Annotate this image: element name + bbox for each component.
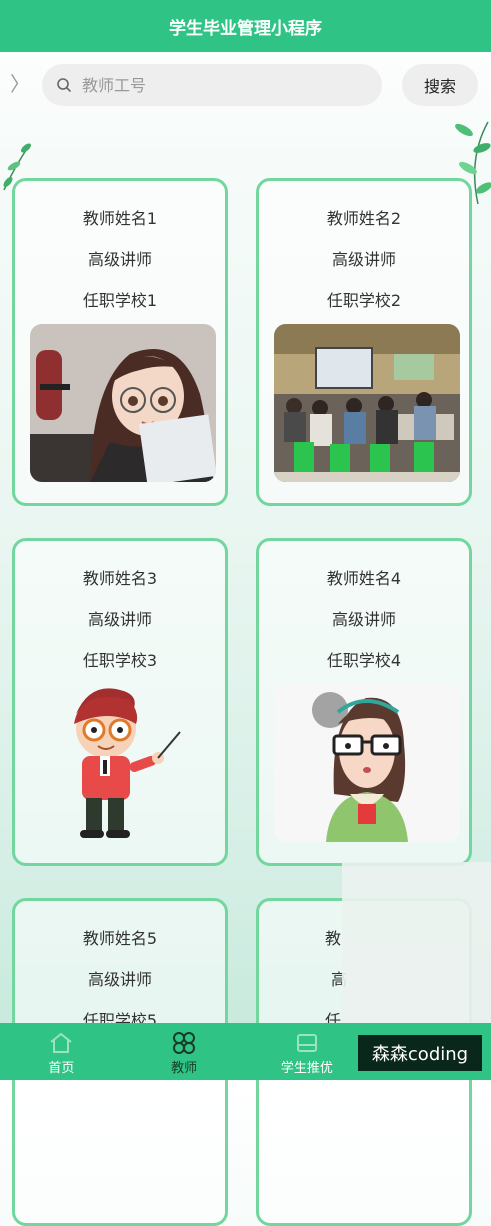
- teacher-photo: [274, 684, 460, 842]
- teacher-name: 教师姓名5: [82, 929, 158, 948]
- teacher-card[interactable]: 教师姓名3 高级讲师 任职学校3: [12, 538, 228, 866]
- tab-label: 教师: [171, 1061, 198, 1076]
- teacher-title: 高级讲师: [87, 610, 152, 629]
- teacher-title: 高级讲师: [331, 610, 396, 629]
- teacher-name: 教师姓名3: [82, 569, 158, 588]
- tab-student-recommend[interactable]: 学生推优: [246, 1023, 369, 1080]
- blur-overlay: [342, 862, 491, 1034]
- grid-icon: [173, 1032, 196, 1054]
- teacher-title: 高级讲师: [87, 250, 152, 269]
- app-header: 学生毕业管理小程序: [0, 0, 491, 52]
- teacher-card[interactable]: 教师姓名2 高级讲师 任职学校2: [256, 178, 472, 506]
- teacher-name: 教师姓名4: [326, 569, 402, 588]
- teacher-school: 任职学校2: [326, 291, 402, 310]
- watermark: 森森coding: [358, 1035, 482, 1071]
- teacher-photo: [30, 684, 216, 842]
- teacher-title: 高级讲师: [331, 250, 396, 269]
- teacher-school: 任职学校4: [326, 651, 402, 670]
- teacher-name: 教师姓名2: [326, 209, 402, 228]
- search-button[interactable]: 搜索: [402, 64, 478, 106]
- teacher-card[interactable]: 教师姓名1 高级讲师 任职学校1: [12, 178, 228, 506]
- search-input[interactable]: [80, 74, 364, 96]
- tab-label: 首页: [48, 1061, 75, 1076]
- tray-icon: [296, 1034, 317, 1052]
- search-row: 〉 搜索: [0, 52, 491, 118]
- tab-home[interactable]: 首页: [0, 1023, 123, 1080]
- teacher-title: 高级讲师: [87, 970, 152, 989]
- teacher-photo: [30, 324, 216, 482]
- page-title: 学生毕业管理小程序: [169, 18, 322, 39]
- search-box[interactable]: [42, 64, 382, 106]
- chevron-right-icon[interactable]: 〉: [10, 72, 30, 96]
- tab-label: 学生推优: [280, 1061, 333, 1076]
- home-icon: [50, 1032, 72, 1053]
- teacher-card[interactable]: 教师姓名4 高级讲师 任职学校4: [256, 538, 472, 866]
- teacher-school: 任职学校3: [82, 651, 158, 670]
- search-icon: [57, 78, 71, 92]
- teacher-photo: [274, 324, 460, 482]
- teacher-school: 任职学校1: [82, 291, 158, 310]
- teacher-name: 教师姓名1: [82, 209, 158, 228]
- tab-teachers[interactable]: 教师: [123, 1023, 246, 1080]
